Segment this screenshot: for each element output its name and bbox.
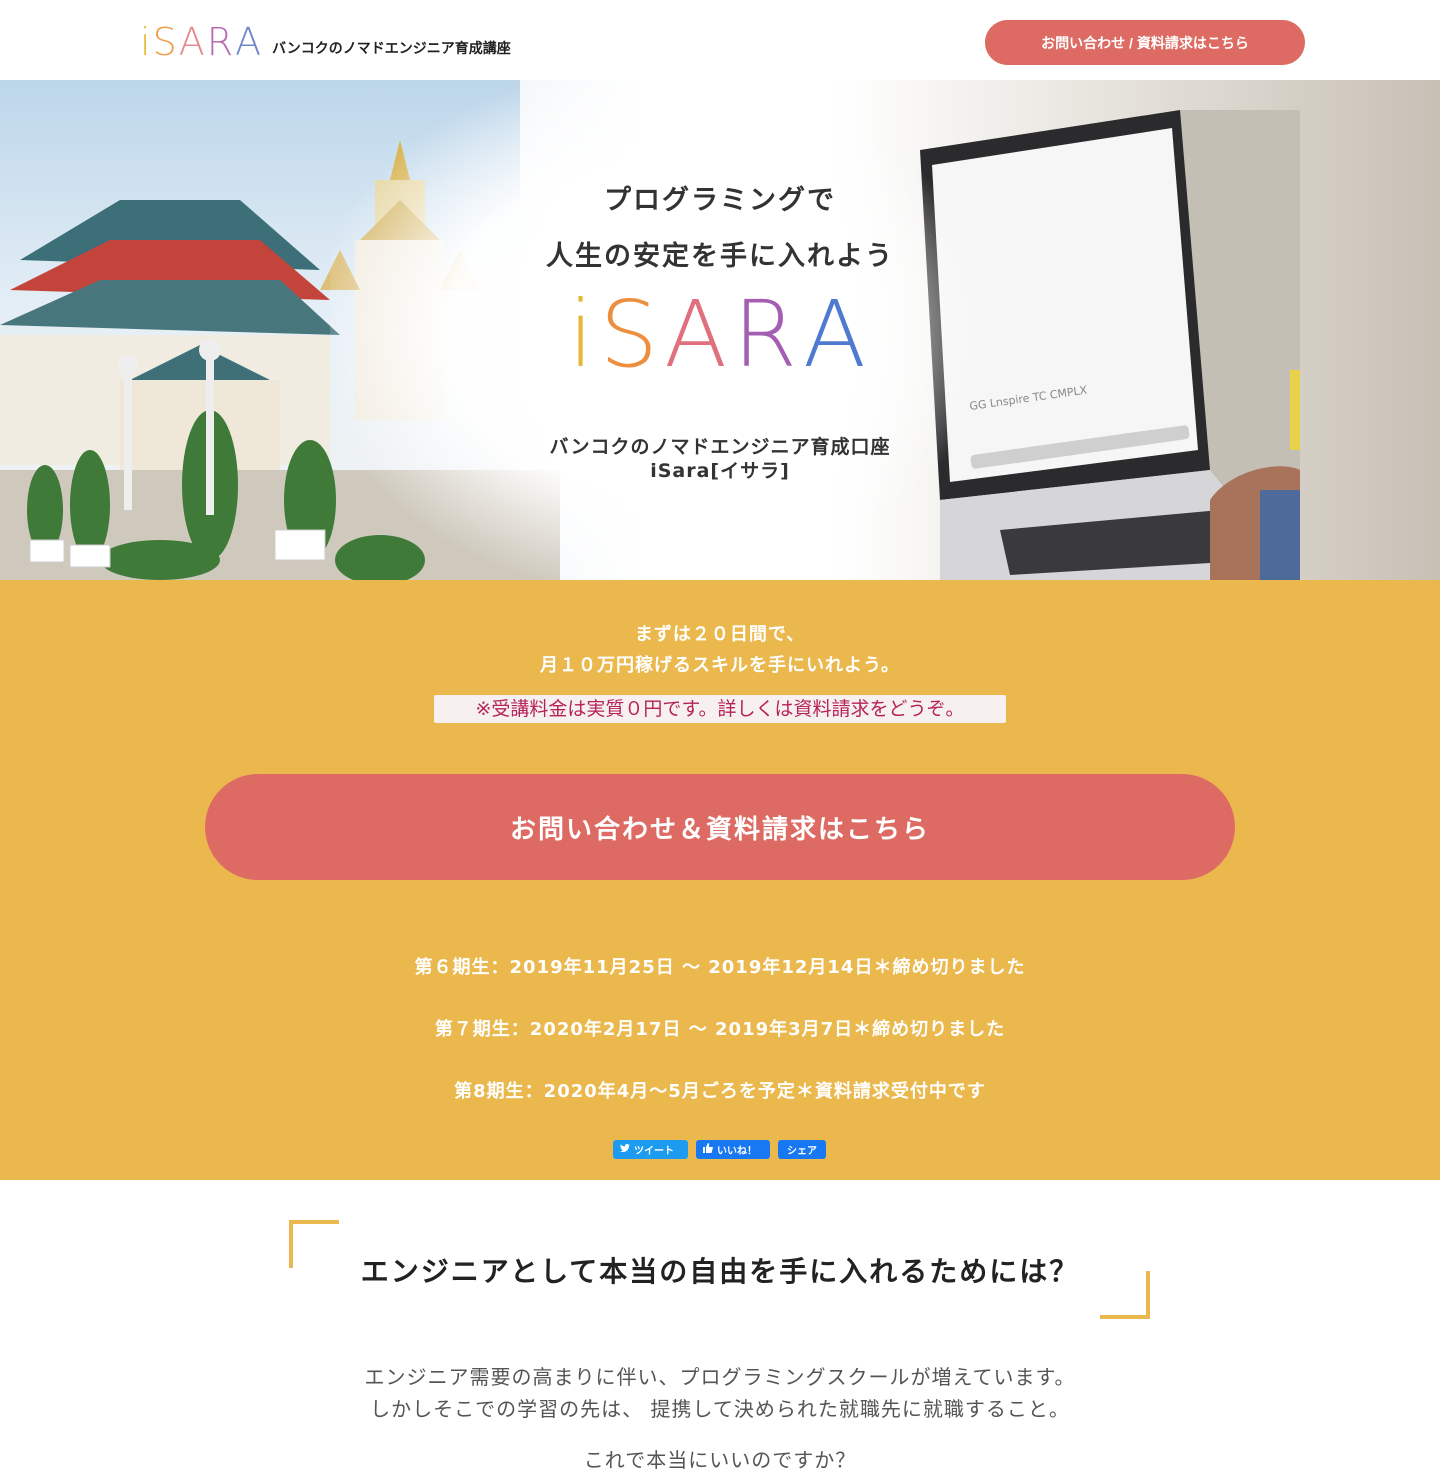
thumbs-up-icon (703, 1143, 713, 1156)
logo-letter-s: S (152, 20, 179, 64)
band-line-2: 月１０万円稼げるスキルを手にいれよう。 (540, 655, 900, 676)
hero-subtitle-line2: iSara[イサラ] (650, 460, 790, 482)
site-header: i S A R A バンコクのノマドエンジニア育成講座 お問い合わせ / 資料請… (0, 0, 1440, 80)
hero-logo-letter-a2: A (802, 281, 872, 388)
section-question: これで本当にいいのですか？ (583, 1448, 857, 1472)
logo-letter-i: i (140, 20, 153, 64)
share-button[interactable]: シェア (778, 1140, 826, 1159)
term-6th: 第６期生：2019年11月25日 ～ 2019年12月14日＊締め切りました (414, 957, 1026, 978)
band-line-1: まずは２０日間で、 (634, 624, 806, 645)
share-label: シェア (787, 1146, 817, 1157)
logo-letter-r: R (206, 20, 236, 64)
hero-subtitle-line1: バンコクのノマドエンジニア育成口座 (549, 436, 891, 458)
fee-note: ※受講料金は実質０円です。詳しくは資料請求をどうぞ。 (434, 695, 1006, 723)
hero-title-line1: プログラミングで (604, 185, 836, 216)
intro-band: まずは２０日間で、 月１０万円稼げるスキルを手にいれよう。 ※受講料金は実質０円… (0, 580, 1440, 1180)
main-contact-button[interactable]: お問い合わせ＆資料請求はこちら (205, 774, 1235, 880)
hero-logo-letter-s: S (599, 281, 665, 388)
isara-logo[interactable]: i S A R A (140, 22, 263, 62)
hero-title-line2: 人生の安定を手に入れよう (546, 241, 894, 272)
like-button[interactable]: いいね！ (696, 1140, 770, 1159)
logo-letter-a2: A (235, 20, 264, 64)
logo-letter-a1: A (178, 20, 207, 64)
section-para-line1: エンジニア需要の高まりに伴い、プログラミングスクールが増えています。 (364, 1365, 1076, 1389)
section-para-line2: しかしそこでの学習の先は、 提携して決められた就職先に就職すること。 (370, 1397, 1070, 1421)
hero-logo-letter-r: R (733, 281, 803, 388)
hero-logo-letter-i: i (568, 281, 600, 388)
hero-logo-letter-a1: A (664, 281, 734, 388)
section-title: エンジニアとして本当の自由を手に入れるためには？ (360, 1255, 1080, 1288)
term-7th: 第７期生：2020年2月17日 ～ 2019年3月7日＊締め切りました (434, 1019, 1006, 1040)
hero-isara-logo: i S A R A (568, 281, 872, 388)
header-contact-button[interactable]: お問い合わせ / 資料請求はこちら (985, 20, 1305, 65)
header-tagline: バンコクのノマドエンジニア育成講座 (272, 41, 511, 57)
twitter-bird-icon (620, 1143, 630, 1156)
share-buttons: ツイート いいね！ シェア (613, 1140, 826, 1160)
tweet-button[interactable]: ツイート (613, 1140, 688, 1159)
like-label: いいね！ (717, 1146, 757, 1157)
hero-section: GG Lnspire TC CMPLX プログラミングで 人生の安定を手に入れよ… (0, 80, 1440, 580)
tweet-label: ツイート (634, 1146, 674, 1157)
term-8th: 第8期生：2020年4月～5月ごろを予定＊資料請求受付中です (454, 1081, 986, 1102)
